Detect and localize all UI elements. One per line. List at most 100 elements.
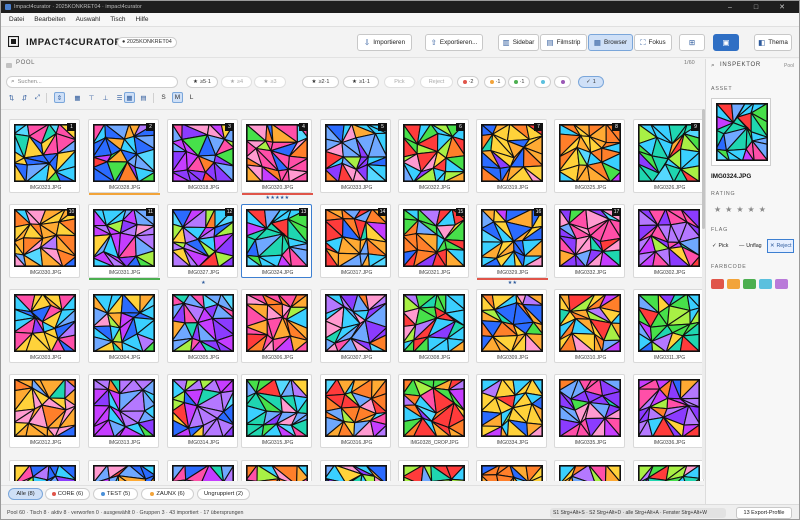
asset-preview[interactable]: [711, 98, 771, 166]
thumbnail-card[interactable]: [398, 460, 469, 481]
flag-reject-button[interactable]: ✕ Reject: [767, 239, 795, 253]
compact-view-icon[interactable]: ▤: [138, 92, 149, 103]
color-code-swatch[interactable]: [759, 279, 772, 289]
thumbnail-card[interactable]: 8 IMG0325.JPG: [554, 119, 625, 193]
inspector-toggle-button[interactable]: ▣: [713, 34, 739, 51]
align-bottom-icon[interactable]: ⊥: [100, 92, 111, 103]
thumbnail-card[interactable]: IMG0313.JPG: [88, 374, 159, 448]
thumbnail-card[interactable]: IMG0328_CROP.JPG: [398, 374, 469, 448]
thumbnail-card[interactable]: IMG0314.JPG: [167, 374, 238, 448]
menu-datei[interactable]: Datei: [4, 16, 29, 23]
thumbnail-card[interactable]: 7 IMG0319.JPG: [476, 119, 547, 193]
thumbnail-card[interactable]: [554, 460, 625, 481]
thumbnail-card[interactable]: 17 IMG0332.JPG: [554, 204, 625, 278]
thumbnail-card[interactable]: IMG0311.JPG: [633, 289, 704, 363]
filter-pill[interactable]: Reject: [420, 76, 453, 88]
color-code-swatch[interactable]: [743, 279, 756, 289]
thumbnail-card[interactable]: 10 IMG0330.JPG: [9, 204, 80, 278]
thumbnail-card[interactable]: [476, 460, 547, 481]
thumbnail-card[interactable]: IMG0315.JPG: [241, 374, 312, 448]
grid-view-icon[interactable]: ▦: [124, 92, 135, 103]
search-input[interactable]: Suchen...: [18, 79, 42, 85]
layout-toggle-button[interactable]: ⊞: [679, 34, 705, 51]
view-filmstrip-button[interactable]: ▤ Filmstrip: [540, 34, 587, 51]
thumbnail-card[interactable]: 4 IMG0320.JPG ★★★★★: [241, 119, 313, 201]
thumbnail-card[interactable]: IMG0310.JPG: [554, 289, 625, 363]
import-button[interactable]: ⇩ Importieren: [357, 34, 412, 51]
size-s-button[interactable]: S: [158, 92, 169, 103]
thumbnail-card[interactable]: IMG0308.JPG: [398, 289, 469, 363]
thumbnail-card[interactable]: 13 IMG0324.JPG: [241, 204, 312, 278]
filter-pill[interactable]: ✓ 1: [578, 76, 604, 88]
maximize-button[interactable]: □: [745, 1, 767, 13]
group-tab[interactable]: CORE (6): [45, 488, 90, 500]
thumbnail-card[interactable]: IMG0336.JPG: [633, 374, 704, 448]
thumbnail-card[interactable]: [320, 460, 391, 481]
size-m-button[interactable]: M: [172, 92, 183, 103]
color-code-swatch[interactable]: [711, 279, 724, 289]
group-tab[interactable]: Ungruppiert (2): [197, 488, 250, 500]
thumbnail-card[interactable]: 5 IMG0333.JPG: [320, 119, 391, 193]
sort-toggle-icon[interactable]: ⇕: [54, 92, 65, 103]
sort-asc-icon[interactable]: ⇅: [6, 92, 17, 103]
calendar-icon[interactable]: ▦: [72, 92, 83, 103]
filter-pill[interactable]: ★ ≥4: [221, 76, 252, 88]
thumbnail-card[interactable]: 12 IMG0327.JPG ★: [167, 204, 238, 286]
filter-pill[interactable]: ·1: [508, 76, 530, 88]
thumbnail-card[interactable]: 16 IMG0329.JPG ★★: [476, 204, 548, 286]
size-l-button[interactable]: L: [186, 92, 197, 103]
thumbnail-card[interactable]: 3 IMG0318.JPG: [167, 119, 238, 193]
export-button[interactable]: ⇧ Exportieren...: [425, 34, 483, 51]
thumbnail-card[interactable]: IMG0302.JPG: [633, 204, 704, 278]
sort-desc-icon[interactable]: ⇵: [19, 92, 30, 103]
group-tab[interactable]: ZAUNX (6): [141, 488, 194, 500]
menu-tisch[interactable]: Tisch: [105, 16, 130, 23]
thumbnail-card[interactable]: 14 IMG0317.JPG: [320, 204, 391, 278]
thumbnail-card[interactable]: IMG0305.JPG: [167, 289, 238, 363]
filter-pill[interactable]: ·2: [457, 76, 479, 88]
thumbnail-card[interactable]: 1 IMG0323.JPG: [9, 119, 80, 193]
flag-unflag-button[interactable]: — Unflag: [736, 239, 765, 253]
rating-stars[interactable]: ★★★★★: [714, 205, 770, 214]
thumbnail-card[interactable]: 9 IMG0326.JPG: [633, 119, 704, 193]
thumbnail-card[interactable]: IMG0303.JPG: [9, 289, 80, 363]
view-browser-button[interactable]: ▦ Browser: [588, 34, 633, 51]
menu-auswahl[interactable]: Auswahl: [71, 16, 106, 23]
menu-bearbeiten[interactable]: Bearbeiten: [29, 16, 70, 23]
expand-icon[interactable]: ⤢: [32, 92, 43, 103]
thumbnail-card[interactable]: IMG0335.JPG: [554, 374, 625, 448]
thumbnail-card[interactable]: [88, 460, 159, 481]
view-fokus-button[interactable]: ⛶ Fokus: [634, 34, 672, 51]
filter-pill[interactable]: ★ ≥1·1: [343, 76, 379, 88]
thumbnail-card[interactable]: 15 IMG0321.JPG: [398, 204, 469, 278]
export-profiles-button[interactable]: 13 Export-Profile: [736, 507, 792, 519]
search-box[interactable]: ⌕ Suchen...: [6, 76, 178, 88]
thumbnail-card[interactable]: IMG0306.JPG: [241, 289, 312, 363]
thumbnail-card[interactable]: 2 IMG0328.JPG: [88, 119, 160, 195]
thumbnail-card[interactable]: [9, 460, 80, 481]
filter-pill[interactable]: ★ ≥2·1: [302, 76, 339, 88]
minimize-button[interactable]: –: [719, 1, 741, 13]
thumbnail-card[interactable]: IMG0304.JPG: [88, 289, 159, 363]
align-top-icon[interactable]: ⊤: [86, 92, 97, 103]
menu-hilfe[interactable]: Hilfe: [131, 16, 154, 23]
thumbnail-card[interactable]: [241, 460, 312, 481]
view-sidebar-button[interactable]: ▥ Sidebar: [498, 34, 539, 51]
thumbnail-card[interactable]: 11 IMG0331.JPG: [88, 204, 160, 280]
flag-pick-button[interactable]: ✓ Pick: [709, 239, 731, 253]
thumbnail-card[interactable]: IMG0316.JPG: [320, 374, 391, 448]
thumbnail-card[interactable]: IMG0334.JPG: [476, 374, 547, 448]
filter-pill[interactable]: Pick: [384, 76, 415, 88]
filter-pill[interactable]: [534, 76, 551, 88]
filter-pill[interactable]: [554, 76, 571, 88]
theme-button[interactable]: ◧ Thema: [754, 34, 792, 51]
close-button[interactable]: ✕: [771, 1, 793, 13]
filter-pill[interactable]: ·1: [484, 76, 506, 88]
color-code-swatch[interactable]: [775, 279, 788, 289]
group-tab[interactable]: Alle (8): [8, 488, 43, 500]
filter-pill[interactable]: ★ ≥3: [254, 76, 286, 88]
group-tab[interactable]: TEST (5): [93, 488, 138, 500]
filter-pill[interactable]: ★ ≥5·1: [186, 76, 218, 88]
color-code-swatch[interactable]: [727, 279, 740, 289]
thumbnail-card[interactable]: [633, 460, 704, 481]
